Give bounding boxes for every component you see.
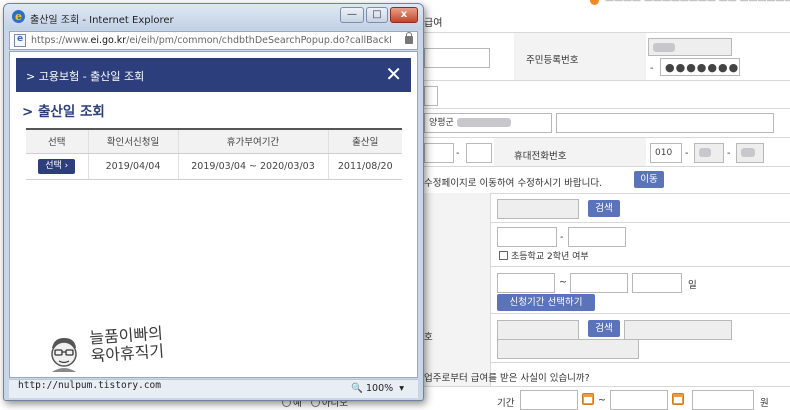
period-label: 기간 — [497, 398, 515, 409]
mobile-label: 휴대전화번호 — [514, 151, 567, 162]
url-path: /ei/eih/pm/common/chdbthDeSearchPopup.do… — [126, 35, 391, 46]
move-button[interactable]: 이동 — [634, 171, 664, 188]
address-bar[interactable]: https://www.ei.go.kr/ei/eih/pm/common/ch… — [9, 31, 418, 50]
paid-period-start[interactable] — [520, 390, 578, 410]
won-unit: 원 — [760, 398, 769, 409]
address-label: 양평군 — [429, 118, 454, 128]
resident-dash: - — [650, 63, 654, 74]
paid-amount-field[interactable] — [692, 390, 754, 410]
search-field-2[interactable] — [497, 320, 579, 340]
section-title: > 출산일 조회 — [22, 104, 105, 120]
row-divider — [424, 108, 790, 109]
period-tilde: ~ — [559, 277, 567, 288]
elementary-checkbox[interactable]: 초등학교 2학년 여부 — [499, 249, 589, 262]
child-field-1[interactable] — [497, 227, 557, 247]
paid-question: 업주로부터 급여를 받은 사실이 있습니까? — [424, 373, 590, 384]
lock-icon[interactable] — [405, 32, 413, 44]
mobile-last-field[interactable] — [736, 143, 764, 163]
resident-number-back[interactable]: ●●●●●●● — [660, 58, 740, 76]
elementary-checkbox-label: 초등학교 2학년 여부 — [511, 252, 589, 262]
modal-header: > 고용보험 - 출산일 조회 ✕ — [16, 58, 411, 92]
period-days-field[interactable] — [632, 273, 682, 293]
search-result-field-2 — [497, 339, 639, 359]
leave-period-cell: 2019/03/04 ~ 2020/03/03 — [177, 153, 328, 180]
mobile-dash: - — [727, 148, 731, 159]
window-title: 출산일 조회 - Internet Explorer — [30, 15, 174, 26]
url-prefix: https://www. — [31, 35, 91, 46]
info-dot-icon — [590, 0, 599, 5]
masked-value — [699, 148, 711, 157]
calendar-icon[interactable] — [582, 393, 594, 405]
watermark-text: 늘품이빠의 육아휴직기 — [89, 323, 165, 365]
maximize-button[interactable]: □ — [366, 7, 388, 23]
row-divider — [424, 80, 790, 81]
column-header-select: 선택 — [26, 128, 88, 154]
search-field-1[interactable] — [497, 199, 579, 219]
watermark-face-icon — [51, 338, 77, 372]
popup-content: > 고용보험 - 출산일 조회 ✕ > 출산일 조회 선택 확인서신청일 휴가부… — [9, 51, 418, 378]
birth-date-cell: 2011/08/20 — [327, 153, 402, 180]
child-dash: - — [560, 232, 564, 243]
address-field[interactable]: 양평군 — [424, 113, 552, 133]
column-header-leave-period: 휴가부여기간 — [177, 128, 328, 154]
window-titlebar[interactable]: e 출산일 조회 - Internet Explorer — □ x — [4, 4, 423, 30]
url-text[interactable]: https://www.ei.go.kr/ei/eih/pm/common/ch… — [31, 35, 391, 46]
mobile-prefix-field[interactable]: 010 — [650, 143, 682, 163]
small-field[interactable] — [424, 86, 438, 106]
child-field-2[interactable] — [568, 227, 626, 247]
row-label-partial: 호 — [424, 332, 433, 343]
phone-dash: - — [456, 148, 460, 159]
masked-value — [653, 43, 675, 52]
label-column — [424, 193, 490, 386]
masked-value — [741, 148, 755, 157]
column-header-birth-date: 출산일 — [327, 128, 402, 154]
paid-period-tilde: ~ — [598, 395, 606, 406]
day-unit: 일 — [688, 280, 697, 291]
row-divider — [424, 166, 790, 167]
table-header-row: 선택 확인서신청일 휴가부여기간 출산일 — [26, 128, 402, 154]
confirm-date-cell: 2019/04/04 — [87, 153, 178, 180]
section-header-pay: 급여 — [424, 18, 443, 29]
mobile-dash: - — [685, 148, 689, 159]
address-blur — [456, 118, 511, 127]
period-start-field[interactable] — [497, 273, 555, 293]
name-field[interactable] — [424, 48, 490, 68]
internet-explorer-icon: e — [12, 10, 25, 23]
top-note: ———— ———————— —— ——————— — [590, 0, 790, 6]
checkbox-box[interactable] — [499, 251, 508, 260]
address-detail-field[interactable] — [556, 113, 774, 133]
window-close-button[interactable]: x — [390, 7, 418, 23]
phone-part-2[interactable] — [424, 143, 454, 163]
edit-notice: 수정페이지로 이동하여 수정하시기 바랍니다. — [424, 178, 603, 189]
calendar-icon[interactable] — [672, 393, 684, 405]
select-cell: 선택 › — [26, 153, 88, 180]
search-result-field — [624, 320, 732, 340]
mobile-mid-field[interactable] — [694, 143, 724, 163]
search-button-2[interactable]: 검색 — [588, 320, 620, 337]
select-period-button[interactable]: 신청기간 선택하기 — [497, 294, 595, 311]
resident-number-label: 주민등록번호 — [526, 55, 579, 66]
search-button-1[interactable]: 검색 — [588, 200, 620, 217]
minimize-button[interactable]: — — [340, 7, 364, 23]
select-button[interactable]: 선택 › — [38, 158, 76, 174]
column-divider — [490, 193, 491, 386]
phone-part-3[interactable] — [466, 143, 492, 163]
watermark-url: http://nulpum.tistory.com — [18, 380, 161, 391]
zoom-level: 100% — [366, 383, 394, 394]
table-row: 선택 › 2019/04/04 2019/03/04 ~ 2020/03/03 … — [26, 153, 402, 180]
close-icon[interactable]: ✕ — [385, 61, 402, 87]
resident-number-front — [648, 38, 732, 56]
period-end-field[interactable] — [570, 273, 628, 293]
birthdate-table: 선택 확인서신청일 휴가부여기간 출산일 선택 › 2019/04/04 201… — [26, 128, 402, 180]
paid-period-end[interactable] — [610, 390, 668, 410]
column-header-confirm-date: 확인서신청일 — [87, 128, 178, 154]
modal-title: > 고용보험 - 출산일 조회 — [26, 70, 145, 83]
page-icon — [14, 34, 26, 47]
chevron-down-icon[interactable]: ▾ — [399, 383, 404, 394]
url-domain: ei.go.kr — [90, 35, 127, 46]
row-divider — [424, 386, 790, 387]
zoom-control[interactable]: 🔍 100% ▾ — [351, 383, 404, 394]
